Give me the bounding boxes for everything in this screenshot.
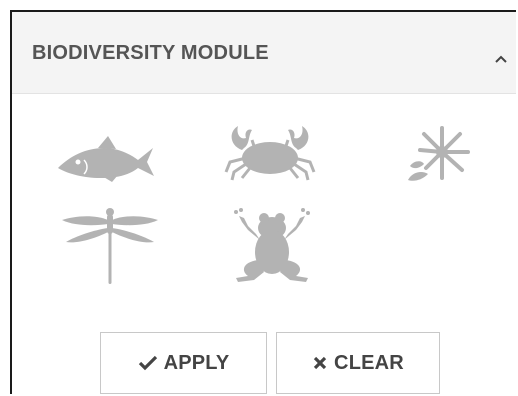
crab-icon[interactable] bbox=[222, 122, 318, 184]
biodiversity-module-panel: BIODIVERSITY MODULE APPLY CLEAR bbox=[10, 10, 516, 394]
clear-button[interactable]: CLEAR bbox=[276, 332, 440, 394]
plant-icon[interactable] bbox=[404, 122, 474, 184]
fish-icon[interactable] bbox=[56, 132, 156, 184]
clear-label: CLEAR bbox=[334, 351, 404, 374]
apply-label: APPLY bbox=[163, 351, 230, 374]
panel-header[interactable]: BIODIVERSITY MODULE bbox=[12, 12, 516, 94]
checkmark-icon bbox=[138, 355, 158, 371]
x-icon bbox=[312, 355, 328, 371]
chevron-up-icon[interactable] bbox=[490, 48, 512, 70]
panel-title: BIODIVERSITY MODULE bbox=[32, 42, 269, 64]
frog-icon[interactable] bbox=[232, 204, 312, 286]
dragonfly-icon[interactable] bbox=[60, 204, 160, 286]
apply-button[interactable]: APPLY bbox=[100, 332, 267, 394]
